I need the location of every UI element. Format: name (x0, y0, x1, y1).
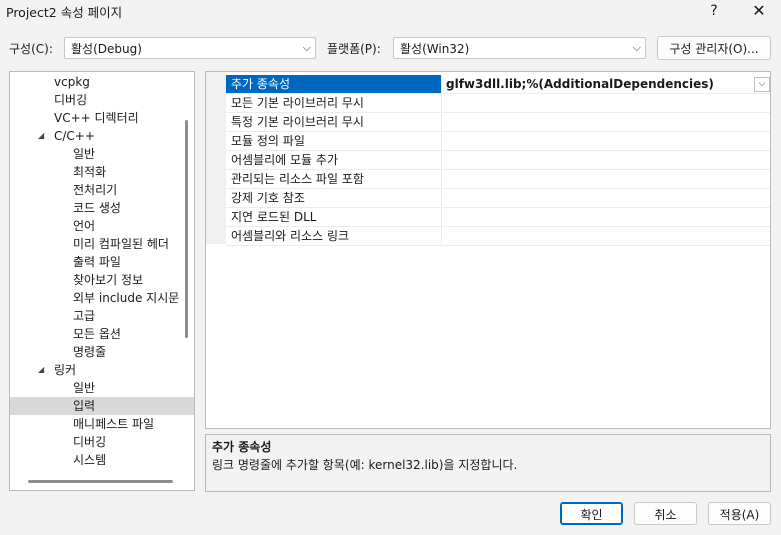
property-name: 어셈블리에 모듈 추가 (226, 151, 442, 170)
tree-item-manifest-file[interactable]: 매니페스트 파일 (10, 415, 194, 433)
property-row[interactable]: 추가 종속성 glfw3dll.lib;%(AdditionalDependen… (226, 75, 770, 94)
tree-item-linker-general[interactable]: 일반 (10, 379, 194, 397)
platform-dropdown[interactable]: 활성(Win32) ⌵ (393, 37, 646, 59)
chevron-down-icon: ⌵ (632, 41, 641, 54)
property-value[interactable] (443, 113, 770, 132)
tree-item-advanced[interactable]: 고급 (10, 307, 194, 325)
property-value[interactable] (443, 94, 770, 113)
title-bar: Project2 속성 페이지 ? ✕ (0, 0, 781, 24)
property-value[interactable] (443, 170, 770, 189)
tree-item-browse-information[interactable]: 찾아보기 정보 (10, 271, 194, 289)
property-row[interactable]: 강제 기호 참조 (226, 189, 770, 208)
property-row[interactable]: 특정 기본 라이브러리 무시 (226, 113, 770, 132)
vertical-scrollbar[interactable] (185, 120, 188, 338)
property-value[interactable] (443, 151, 770, 170)
tree-item-system[interactable]: 시스템 (10, 451, 194, 469)
tree-item-vcpkg[interactable]: vcpkg (10, 73, 194, 91)
tree-item-linker-debugging[interactable]: 디버깅 (10, 433, 194, 451)
tree-item-all-options[interactable]: 모든 옵션 (10, 325, 194, 343)
property-name: 특정 기본 라이브러리 무시 (226, 113, 442, 132)
property-row[interactable]: 지연 로드된 DLL (226, 208, 770, 227)
tree-item-precompiled-headers[interactable]: 미리 컴파일된 헤더 (10, 235, 194, 253)
config-manager-button[interactable]: 구성 관리자(O)... (657, 36, 771, 60)
property-name: 모듈 정의 파일 (226, 132, 442, 151)
tree-item-optimization[interactable]: 최적화 (10, 163, 194, 181)
property-row[interactable]: 모듈 정의 파일 (226, 132, 770, 151)
property-row[interactable]: 모든 기본 라이브러리 무시 (226, 94, 770, 113)
description-text: 링크 명령줄에 추가할 항목(예: kernel32.lib)을 지정합니다. (212, 458, 518, 472)
close-button[interactable]: ✕ (742, 0, 776, 22)
property-name: 관리되는 리소스 파일 포함 (226, 170, 442, 189)
apply-button[interactable]: 적용(A) (708, 502, 771, 525)
help-button[interactable]: ? (700, 0, 728, 22)
property-row[interactable]: 어셈블리에 모듈 추가 (226, 151, 770, 170)
cancel-button[interactable]: 취소 (634, 502, 697, 525)
property-name: 지연 로드된 DLL (226, 208, 442, 227)
property-value[interactable] (443, 208, 770, 227)
tree-item-input[interactable]: 입력 (10, 397, 194, 415)
property-name: 어셈블리와 리소스 링크 (226, 227, 442, 246)
property-value[interactable] (443, 189, 770, 208)
property-grid[interactable]: 추가 종속성 glfw3dll.lib;%(AdditionalDependen… (205, 71, 771, 429)
platform-label: 플랫폼(P): (327, 42, 381, 56)
platform-value: 활성(Win32) (400, 42, 470, 56)
property-name: 모든 기본 라이브러리 무시 (226, 94, 442, 113)
tree-item-language[interactable]: 언어 (10, 217, 194, 235)
expand-arrow-icon[interactable]: ◢ (38, 361, 44, 379)
property-row[interactable]: 관리되는 리소스 파일 포함 (226, 170, 770, 189)
property-value[interactable] (443, 227, 770, 246)
tree-item-code-generation[interactable]: 코드 생성 (10, 199, 194, 217)
tree-item-preprocessor[interactable]: 전처리기 (10, 181, 194, 199)
tree-item-cpp-general[interactable]: 일반 (10, 145, 194, 163)
tree-item-command-line[interactable]: 명령줄 (10, 343, 194, 361)
tree-item-debugging[interactable]: 디버깅 (10, 91, 194, 109)
window-title: Project2 속성 페이지 (6, 5, 123, 20)
config-dropdown[interactable]: 활성(Debug) ⌵ (64, 37, 316, 59)
tree-item-vc-directories[interactable]: VC++ 디렉터리 (10, 109, 194, 127)
grid-margin (206, 72, 226, 244)
description-title: 추가 종속성 (212, 440, 272, 454)
property-row[interactable]: 어셈블리와 리소스 링크 (226, 227, 770, 246)
property-value[interactable]: glfw3dll.lib;%(AdditionalDependencies) (443, 75, 770, 94)
tree-item-external-includes[interactable]: 외부 include 지시문 (10, 289, 194, 307)
tree-item-output-files[interactable]: 출력 파일 (10, 253, 194, 271)
chevron-down-icon: ⌵ (302, 41, 311, 54)
property-name: 강제 기호 참조 (226, 189, 442, 208)
description-panel: 추가 종속성 링크 명령줄에 추가할 항목(예: kernel32.lib)을 … (205, 434, 771, 492)
tree-item-linker[interactable]: ◢ 링커 (10, 361, 194, 379)
tree-item-cpp[interactable]: ◢ C/C++ (10, 127, 194, 145)
horizontal-scrollbar[interactable] (28, 480, 173, 483)
property-name: 추가 종속성 (226, 75, 442, 94)
config-value: 활성(Debug) (71, 42, 142, 56)
ok-button[interactable]: 확인 (560, 502, 623, 525)
config-label: 구성(C): (9, 42, 53, 56)
property-tree[interactable]: vcpkg 디버깅 VC++ 디렉터리 ◢ C/C++ 일반 최적화 전처리기 … (9, 71, 195, 491)
expand-arrow-icon[interactable]: ◢ (38, 127, 44, 145)
chevron-down-icon[interactable]: ⌵ (754, 77, 770, 92)
property-value[interactable] (443, 132, 770, 151)
